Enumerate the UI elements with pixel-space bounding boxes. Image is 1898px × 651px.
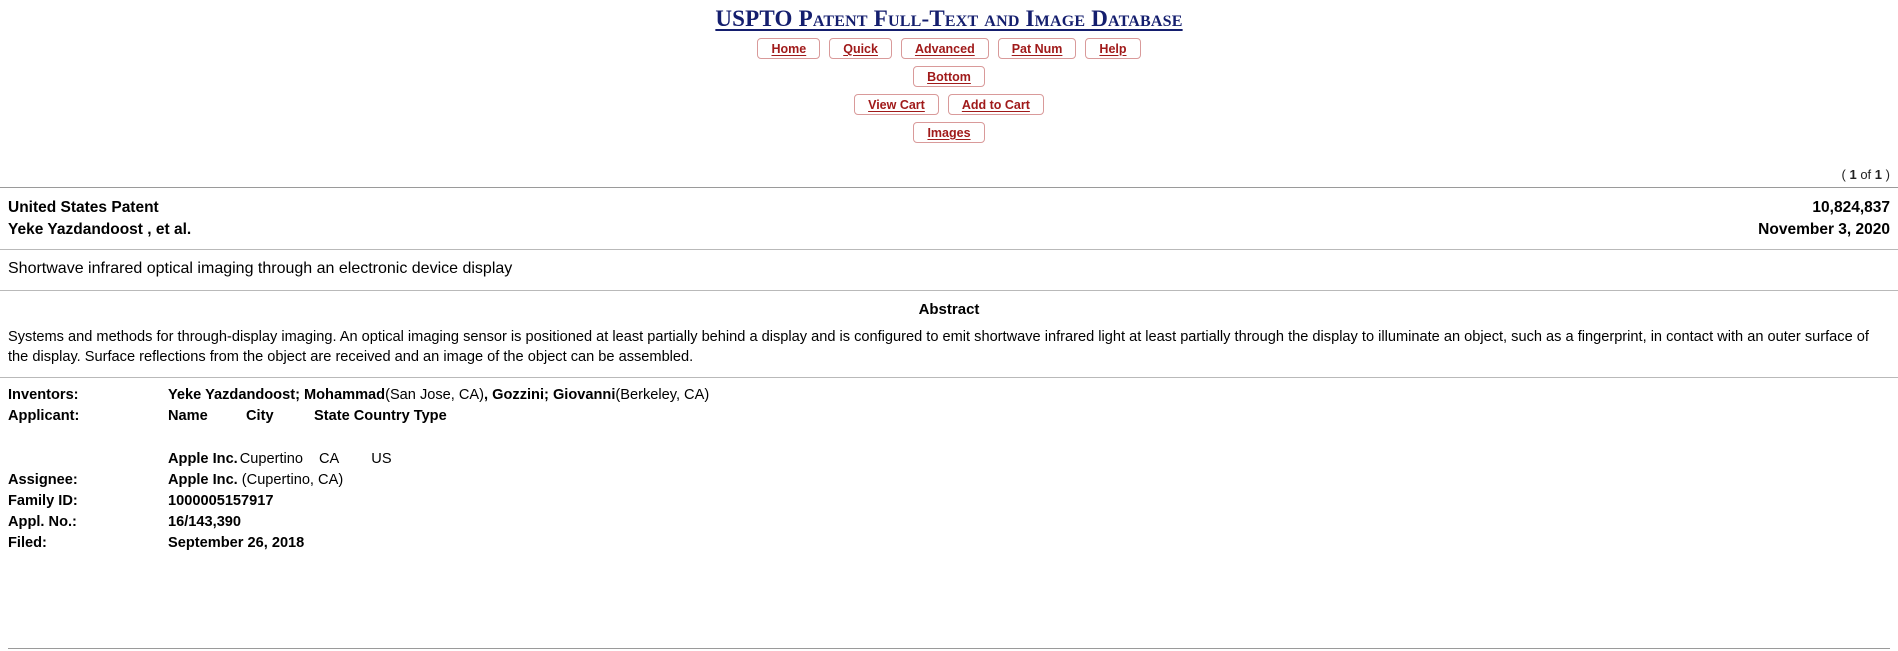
biblio-row-inventors: Inventors: Yeke Yazdandoost; Mohammad(Sa… [8, 385, 1890, 406]
nav-button-home-label: Home [771, 41, 807, 56]
nav-button-view-cart[interactable]: View Cart [854, 94, 939, 116]
nav-button-help-label: Help [1099, 41, 1127, 56]
paging-total: 1 [1874, 167, 1883, 183]
divider-bottom [8, 648, 1890, 649]
nav-button-view-cart-label: View Cart [868, 97, 925, 112]
biblio-row-family-id: Family ID: 1000005157917 [8, 491, 1890, 512]
inventors-label: Inventors: [8, 387, 79, 404]
bottom-nav-row: Bottom [0, 66, 1898, 88]
biblio-row-filed: Filed: September 26, 2018 [8, 533, 1890, 554]
biblio-row-applicant: Applicant: Name City State Country Type … [8, 406, 1890, 470]
filed-label: Filed: [8, 535, 47, 552]
nav-button-advanced[interactable]: Advanced [900, 38, 989, 60]
inventor-1-name[interactable]: Yeke Yazdandoost; Mohammad [168, 387, 385, 403]
patent-authority: United States Patent [8, 199, 159, 217]
patent-title: Shortwave infrared optical imaging throu… [8, 260, 513, 278]
inventors-value: Yeke Yazdandoost; Mohammad(San Jose, CA)… [168, 385, 1890, 406]
inventor-2-location: (Berkeley, CA) [615, 387, 710, 404]
nav-button-pat-num[interactable]: Pat Num [997, 38, 1077, 60]
nav-button-help[interactable]: Help [1085, 38, 1141, 60]
nav-button-bottom-label: Bottom [927, 69, 971, 84]
biblio-row-appl-no: Appl. No.: 16/143,390 [8, 512, 1890, 533]
nav-button-pat-num-label: Pat Num [1011, 41, 1063, 56]
applicant-name[interactable]: Apple Inc. [168, 449, 238, 470]
patent-primary-inventor: Yeke Yazdandoost , et al. [8, 221, 192, 239]
cart-nav-row: View Cart Add to Cart [0, 94, 1898, 116]
family-id-label: Family ID: [8, 493, 78, 510]
nav-button-images[interactable]: Images [913, 122, 985, 144]
images-nav-row: Images [0, 122, 1898, 144]
patent-number: 10,824,837 [1812, 199, 1890, 217]
inventors-separator: , [484, 387, 493, 404]
patent-header-right: 10,824,837 November 3, 2020 [1758, 197, 1890, 241]
bibliographic-fields: Inventors: Yeke Yazdandoost; Mohammad(Sa… [0, 378, 1898, 554]
patent-issue-date: November 3, 2020 [1758, 221, 1890, 239]
patent-header: United States Patent Yeke Yazdandoost , … [0, 188, 1898, 249]
result-paging-indicator: ( 1 of 1 ) [0, 167, 1898, 182]
inventor-1-location: (San Jose, CA) [385, 387, 485, 404]
abstract-heading: Abstract [918, 301, 980, 319]
nav-button-bottom[interactable]: Bottom [913, 66, 985, 88]
paging-current: 1 [1849, 167, 1857, 183]
appl-no-number: 16/143,390 [168, 514, 242, 531]
applicant-column-city: City [246, 408, 274, 425]
applicant-column-state-country-type: State Country Type [314, 408, 447, 425]
abstract-text: Systems and methods for through-display … [8, 329, 1869, 366]
paging-close-paren: ) [1885, 167, 1890, 183]
nav-button-add-to-cart-label: Add to Cart [961, 97, 1030, 112]
applicant-city: Cupertino [239, 451, 304, 468]
applicant-column-name: Name [168, 408, 208, 425]
paging-of: of [1860, 167, 1872, 183]
database-title: USPTO Patent Full-Text and Image Databas… [715, 6, 1183, 31]
appl-no-label: Appl. No.: [8, 514, 77, 531]
appl-no-value: 16/143,390 [168, 512, 1890, 533]
masthead: USPTO Patent Full-Text and Image Databas… [0, 0, 1898, 144]
family-id-number: 1000005157917 [168, 493, 274, 510]
nav-button-add-to-cart[interactable]: Add to Cart [947, 94, 1044, 116]
nav-button-quick[interactable]: Quick [829, 38, 892, 60]
biblio-row-assignee: Assignee: Apple Inc. (Cupertino, CA) [8, 470, 1890, 491]
assignee-location: (Cupertino, CA) [241, 472, 344, 489]
nav-button-advanced-label: Advanced [914, 41, 975, 56]
primary-nav-row: Home Quick Advanced Pat Num Help [0, 38, 1898, 60]
nav-button-quick-label: Quick [843, 41, 878, 56]
applicant-state: CA [319, 451, 340, 468]
filed-value: September 26, 2018 [168, 533, 1890, 554]
nav-button-images-label: Images [927, 125, 971, 140]
filed-date: September 26, 2018 [168, 535, 305, 552]
family-id-value: 1000005157917 [168, 491, 1890, 512]
inventor-2-name[interactable]: Gozzini; Giovanni [492, 387, 615, 403]
assignee-name[interactable]: Apple Inc. [168, 472, 238, 488]
applicant-label: Applicant: [8, 408, 80, 425]
applicant-country: US [371, 451, 392, 468]
database-title-link[interactable]: USPTO Patent Full-Text and Image Databas… [0, 6, 1898, 31]
assignee-label: Assignee: [8, 472, 78, 489]
applicant-table-header: Name City State Country Type [168, 406, 1890, 427]
applicant-table-row: Apple Inc. Cupertino CA US [168, 449, 1890, 470]
paging-open-paren: ( [1841, 167, 1846, 183]
patent-header-left: United States Patent Yeke Yazdandoost , … [8, 197, 191, 241]
assignee-value: Apple Inc. (Cupertino, CA) [168, 470, 1890, 491]
nav-button-home[interactable]: Home [757, 38, 821, 60]
applicant-table: Name City State Country Type Apple Inc. … [168, 406, 1890, 470]
